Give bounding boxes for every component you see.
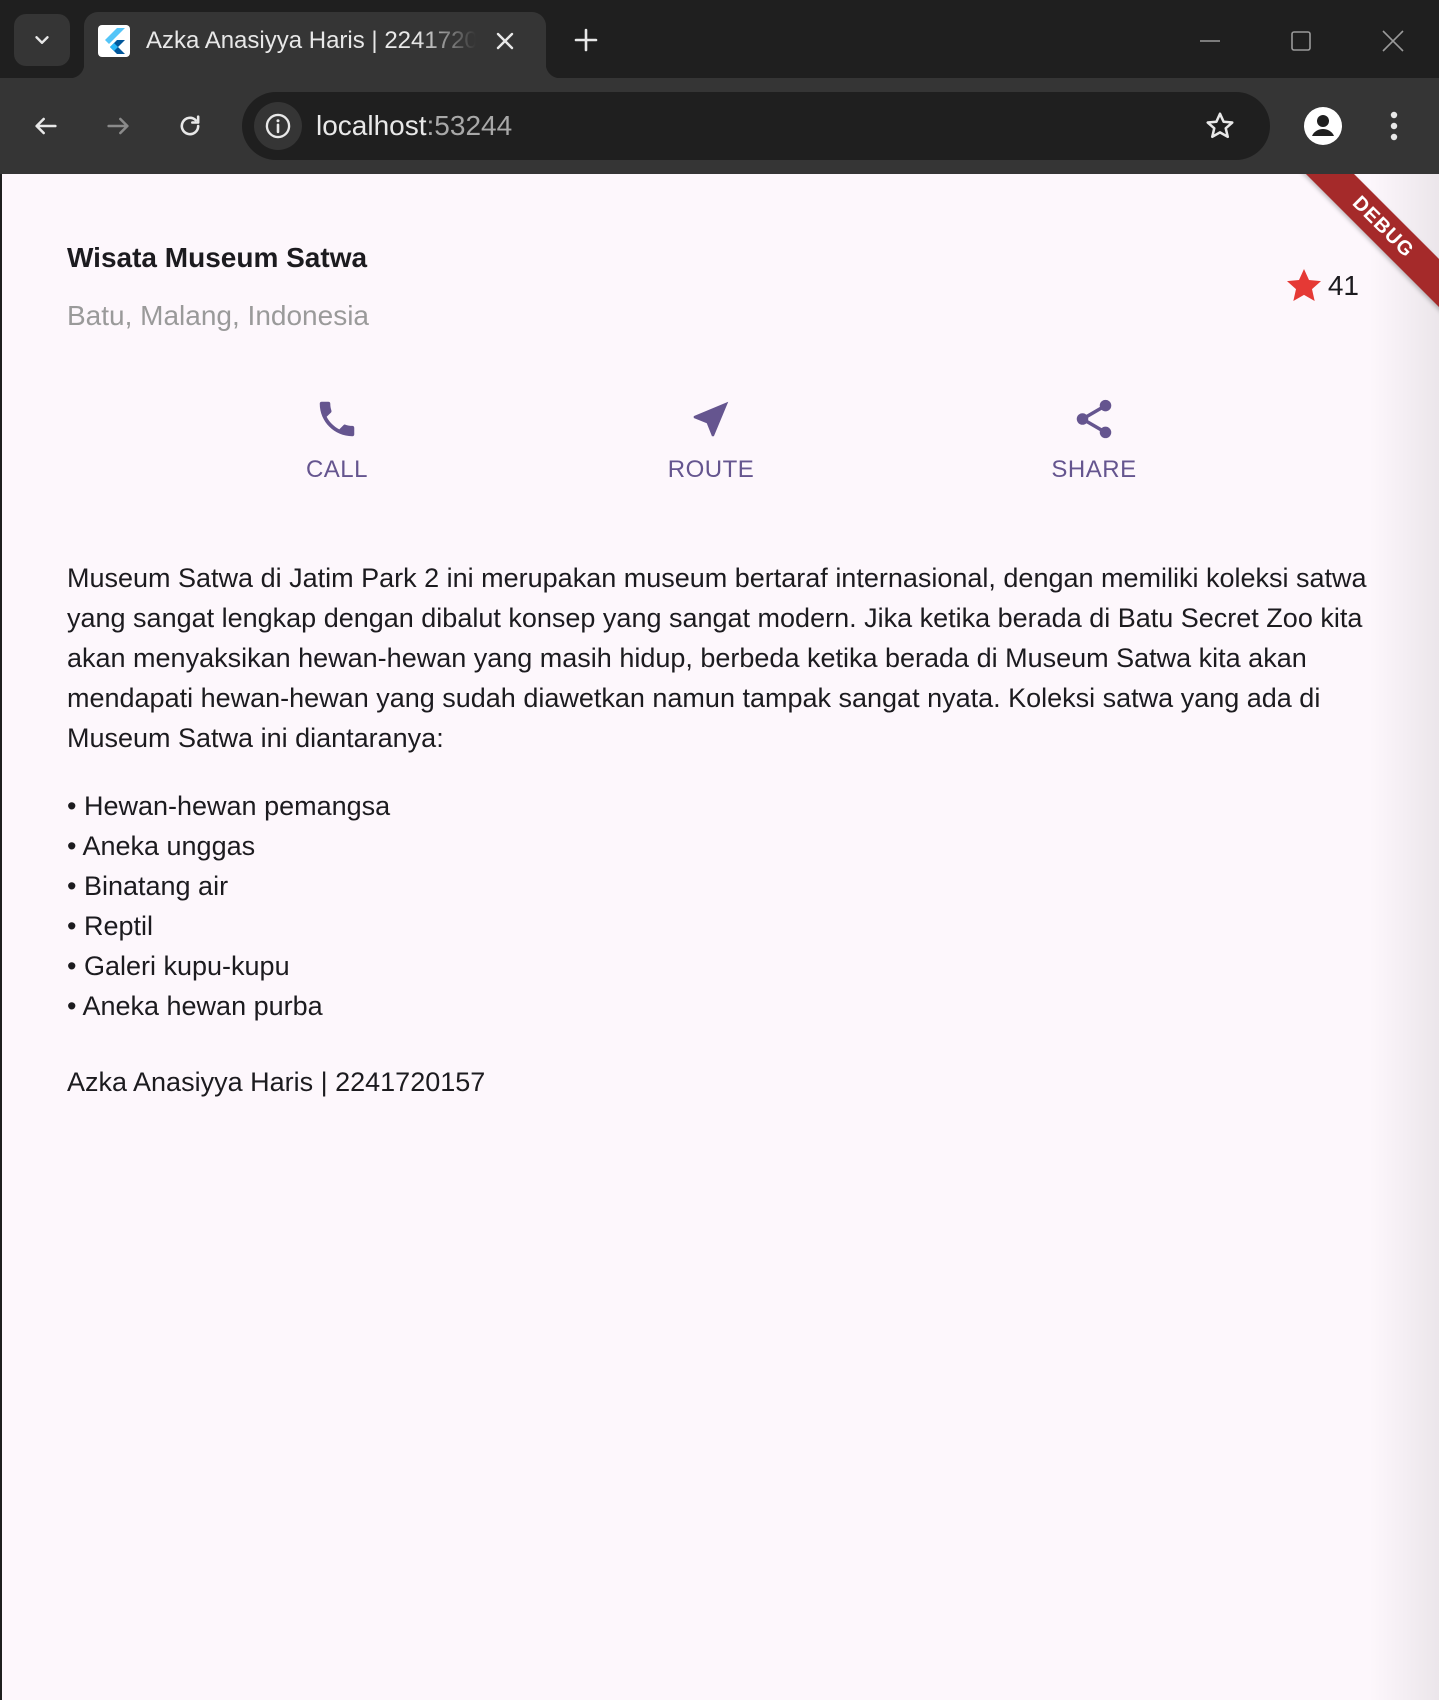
profile-button[interactable] (1300, 103, 1346, 149)
minimize-button[interactable] (1187, 18, 1233, 64)
page-edge-shadow (1369, 174, 1439, 1700)
maximize-button[interactable] (1278, 18, 1324, 64)
list-item: Hewan-hewan pemangsa (67, 786, 1267, 826)
list-item: Aneka hewan purba (67, 986, 1267, 1026)
back-button[interactable] (24, 104, 68, 148)
tab-close-button[interactable] (488, 24, 522, 58)
arrow-right-icon (107, 117, 129, 135)
reload-button[interactable] (168, 104, 212, 148)
route-button[interactable]: ROUTE (631, 396, 791, 484)
url-text: localhost:53244 (316, 110, 512, 142)
list-item: Reptil (67, 906, 1267, 946)
close-icon (496, 32, 514, 50)
tab-search-button[interactable] (14, 14, 70, 66)
minimize-icon (1200, 40, 1220, 42)
maximize-icon (1291, 31, 1311, 51)
star-icon (1286, 269, 1321, 301)
description-text: Museum Satwa di Jatim Park 2 ini merupak… (67, 563, 1367, 753)
collection-list: Hewan-hewan pemangsa Aneka unggas Binata… (67, 786, 1267, 1026)
reload-icon (180, 115, 200, 136)
arrow-left-icon (35, 117, 57, 135)
phone-icon (319, 401, 355, 437)
info-icon (265, 113, 291, 139)
share-label: SHARE (1051, 456, 1137, 483)
app-page: Wisata Museum Satwa Batu, Malang, Indone… (2, 174, 1439, 1700)
call-label: CALL (305, 456, 369, 483)
title-section: Wisata Museum Satwa Batu, Malang, Indone… (67, 242, 369, 332)
place-location: Batu, Malang, Indonesia (67, 300, 369, 331)
author-credit: Azka Anasiyya Haris | 2241720157 (67, 1067, 486, 1097)
browser-menu-button[interactable] (1374, 103, 1414, 149)
rating-count: 41 (1327, 270, 1359, 301)
near-me-icon (693, 401, 729, 437)
list-item: Binatang air (67, 866, 1267, 906)
star-outline-icon (1206, 112, 1234, 139)
kebab-menu-icon (1390, 111, 1398, 141)
action-buttons: CALL ROUTE SHARE (2, 396, 1439, 506)
bookmark-button[interactable] (1198, 104, 1242, 148)
share-button[interactable]: SHARE (1014, 396, 1174, 484)
list-item: Aneka unggas (67, 826, 1267, 866)
place-title: Wisata Museum Satwa (67, 242, 368, 273)
plus-icon (574, 28, 598, 52)
share-icon (1076, 399, 1112, 439)
url-host: localhost (316, 110, 427, 141)
chevron-down-icon (35, 36, 49, 44)
new-tab-button[interactable] (566, 20, 606, 60)
browser-tab[interactable]: Azka Anasiyya Haris | 2241720157 (70, 12, 560, 78)
window-close-button[interactable] (1370, 18, 1416, 64)
tab-strip: Azka Anasiyya Haris | 2241720157 (0, 0, 1439, 78)
list-item: Galeri kupu-kupu (67, 946, 1267, 986)
flutter-logo-icon (98, 25, 130, 57)
call-button[interactable]: CALL (257, 396, 417, 484)
close-icon (1382, 30, 1404, 52)
person-icon (1304, 107, 1342, 145)
route-label: ROUTE (667, 456, 755, 483)
forward-button[interactable] (96, 104, 140, 148)
rating: 41 (1284, 266, 1359, 306)
url-port: :53244 (426, 110, 513, 141)
browser-toolbar: localhost:53244 (0, 78, 1439, 174)
site-info-button[interactable] (254, 102, 302, 150)
address-bar[interactable]: localhost:53244 (242, 92, 1270, 160)
tab-title: Azka Anasiyya Haris | 2241720157 (146, 27, 476, 54)
